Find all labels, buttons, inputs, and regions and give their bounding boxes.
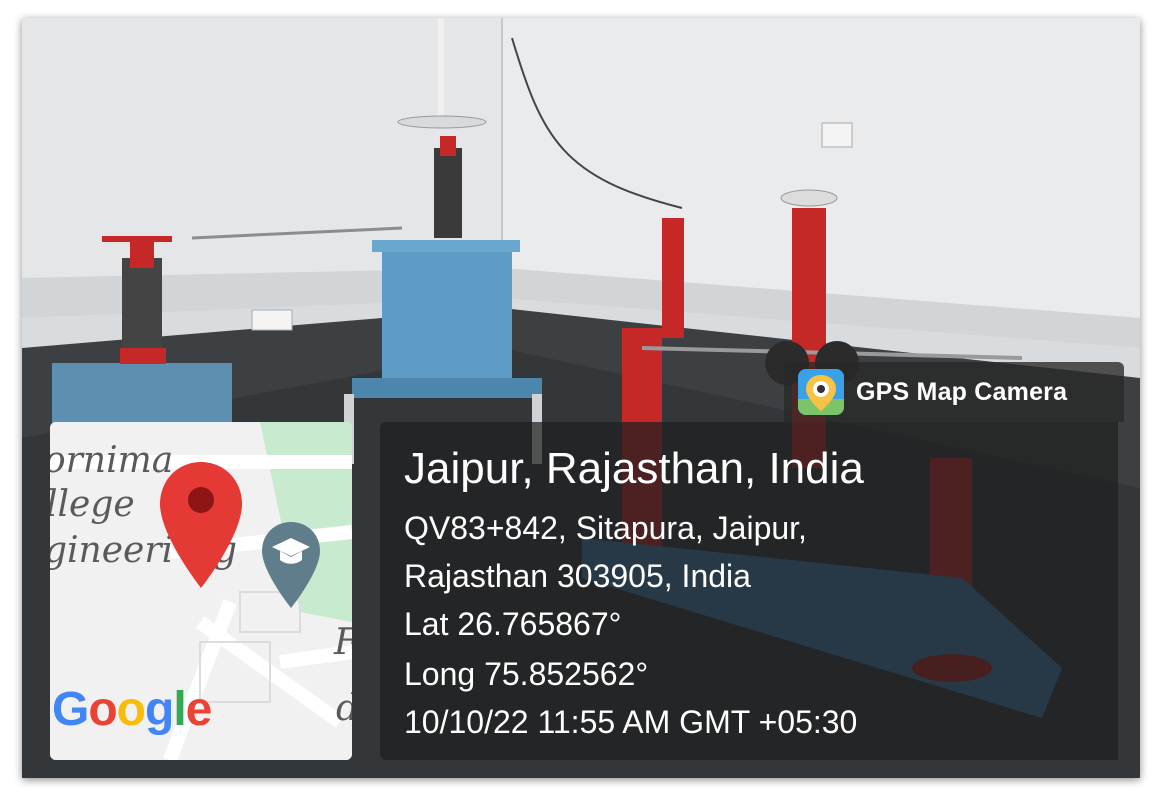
map-thumbnail[interactable]: ornima llege gineeri g F d Google	[50, 422, 352, 760]
graduation-cap-pin-icon	[262, 522, 320, 608]
address-line-1: QV83+842, Sitapura, Jaipur,	[404, 510, 807, 546]
latitude: Lat 26.765867°	[404, 606, 622, 642]
gps-map-camera-badge: GPS Map Camera	[784, 362, 1124, 422]
google-letter-o2: o	[116, 683, 146, 736]
gps-map-camera-label: GPS Map Camera	[856, 377, 1068, 406]
google-letter-g2: g	[145, 683, 174, 736]
gps-map-camera-app-icon	[798, 369, 844, 415]
google-letter-o1: o	[88, 683, 117, 736]
location-info-panel: Jaipur, Rajasthan, India QV83+842, Sitap…	[380, 422, 1118, 760]
map-label-line2: llege	[50, 484, 135, 525]
longitude: Long 75.852562°	[404, 656, 649, 692]
datetime: 10/10/22 11:55 AM GMT +05:30	[404, 704, 858, 740]
google-letter-l: l	[173, 683, 186, 736]
address-line-2: Rajasthan 303905, India	[404, 558, 751, 594]
map-label-line3: gineeri	[50, 530, 174, 571]
map-label-line1: ornima	[50, 440, 174, 481]
google-attribution: Google	[52, 682, 213, 737]
location-title: Jaipur, Rajasthan, India	[404, 444, 864, 493]
location-pin-icon	[160, 462, 242, 588]
map-label-edge2: d	[336, 688, 352, 729]
google-letter-g: G	[52, 683, 89, 736]
map-label-edge1: F	[334, 622, 352, 663]
google-letter-e: e	[185, 683, 213, 736]
